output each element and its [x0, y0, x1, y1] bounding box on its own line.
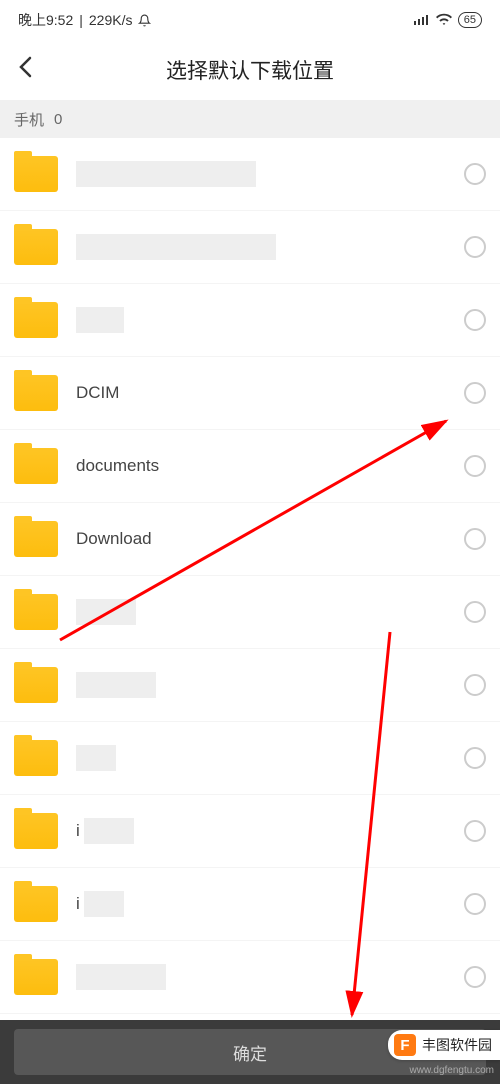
back-button[interactable] [12, 50, 38, 91]
folder-row[interactable] [0, 576, 500, 649]
folder-row[interactable] [0, 649, 500, 722]
folder-icon [14, 229, 58, 265]
folder-name-redacted [76, 738, 464, 778]
breadcrumb-level: 0 [54, 111, 62, 128]
breadcrumb-root: 手机 [14, 109, 44, 130]
watermark-url: www.dgfengtu.com [410, 1065, 495, 1076]
folder-icon [14, 667, 58, 703]
folder-row[interactable]: i [0, 795, 500, 868]
watermark: F 丰图软件园 [388, 1030, 500, 1060]
radio-select[interactable] [464, 382, 486, 404]
status-speed: 229K/s [89, 12, 133, 28]
folder-name-redacted [76, 227, 464, 267]
radio-select[interactable] [464, 236, 486, 258]
folder-icon [14, 448, 58, 484]
watermark-text: 丰图软件园 [422, 1035, 492, 1055]
breadcrumb[interactable]: 手机 0 [0, 100, 500, 138]
folder-row[interactable] [0, 211, 500, 284]
radio-select[interactable] [464, 455, 486, 477]
folder-icon [14, 375, 58, 411]
wifi-icon [436, 12, 452, 28]
folder-row[interactable]: i [0, 868, 500, 941]
folder-row[interactable]: Download [0, 503, 500, 576]
watermark-logo-icon: F [394, 1034, 416, 1056]
folder-icon [14, 813, 58, 849]
folder-name: Download [76, 529, 464, 549]
radio-select[interactable] [464, 966, 486, 988]
page-title: 选择默认下载位置 [166, 55, 334, 85]
folder-name-redacted [76, 957, 464, 997]
folder-name: documents [76, 456, 464, 476]
folder-row[interactable] [0, 284, 500, 357]
folder-row[interactable] [0, 941, 500, 1014]
folder-name-redacted [76, 665, 464, 705]
folder-icon [14, 740, 58, 776]
battery-indicator: 65 [458, 12, 482, 28]
folder-name-redacted [76, 300, 464, 340]
folder-name: DCIM [76, 383, 464, 403]
folder-icon [14, 959, 58, 995]
radio-select[interactable] [464, 309, 486, 331]
folder-name-redacted [76, 592, 464, 632]
status-time: 晚上9:52 [18, 10, 73, 30]
status-bar: 晚上9:52 | 229K/s 65 [0, 0, 500, 40]
signal-icon [414, 12, 430, 28]
folder-name-redacted: i [76, 884, 464, 924]
folder-row[interactable] [0, 138, 500, 211]
folder-row[interactable] [0, 722, 500, 795]
folder-row[interactable]: DCIM [0, 357, 500, 430]
radio-select[interactable] [464, 163, 486, 185]
folder-row[interactable]: documents [0, 430, 500, 503]
folder-name-redacted: i [76, 811, 464, 851]
radio-select[interactable] [464, 893, 486, 915]
folder-name-redacted [76, 154, 464, 194]
radio-select[interactable] [464, 674, 486, 696]
folder-icon [14, 886, 58, 922]
radio-select[interactable] [464, 601, 486, 623]
bell-icon [138, 14, 151, 27]
radio-select[interactable] [464, 747, 486, 769]
folder-icon [14, 156, 58, 192]
folder-list: DCIM documents Download ii [0, 138, 500, 1014]
header: 选择默认下载位置 [0, 40, 500, 100]
radio-select[interactable] [464, 820, 486, 842]
radio-select[interactable] [464, 528, 486, 550]
folder-icon [14, 594, 58, 630]
folder-icon [14, 521, 58, 557]
folder-icon [14, 302, 58, 338]
